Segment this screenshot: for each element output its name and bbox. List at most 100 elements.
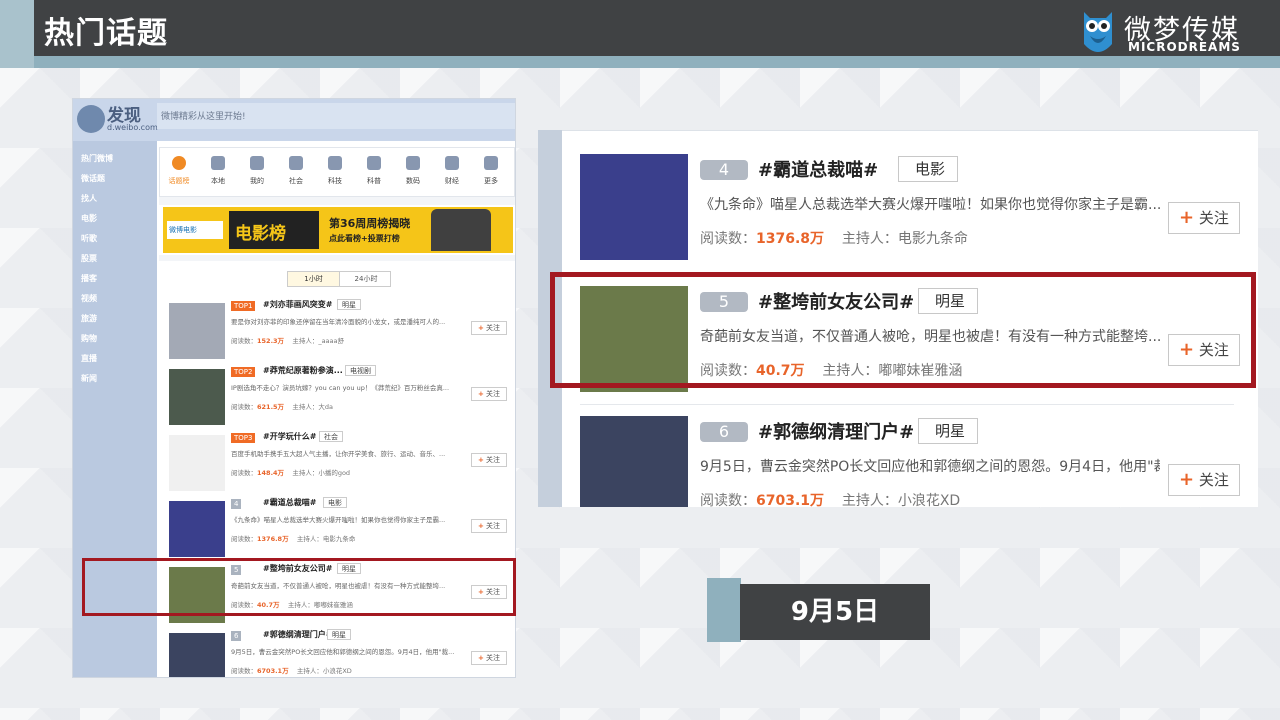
category-society[interactable]: 社会	[277, 154, 315, 186]
owl-icon	[1084, 12, 1112, 52]
read-count: 6703.1万	[756, 493, 825, 507]
topic-thumbnail[interactable]	[169, 303, 225, 359]
topic-meta: 阅读数：148.4万 主持人：小播的god	[231, 469, 351, 477]
follow-button[interactable]: + 关注	[471, 453, 507, 467]
topic-title[interactable]: #开学玩什么#	[263, 431, 316, 442]
left-highlight-box	[82, 558, 516, 616]
follow-button[interactable]: + 关注	[471, 519, 507, 533]
movie-chart-banner[interactable]: 微博电影 电影榜 第36周周榜揭晓 点此看榜+投票打榜	[159, 205, 515, 255]
topic-title[interactable]: #霸道总裁喵#	[263, 497, 316, 508]
sidebar-item[interactable]: 播客	[81, 273, 97, 284]
banner-headline: 第36周周榜揭晓	[329, 217, 411, 230]
host-name: 电影九条命	[897, 231, 968, 247]
sidebar-item[interactable]: 购物	[81, 333, 97, 344]
sidebar-item[interactable]: 新闻	[81, 373, 97, 384]
sidebar-item[interactable]: 听歌	[81, 233, 97, 244]
topic-row[interactable]: 4 #霸道总裁喵# 电影 《九条命》喵星人总裁选举大赛火爆开嗤啦！如果你也觉得你…	[159, 497, 515, 563]
topic-thumbnail[interactable]	[169, 369, 225, 425]
topic-title[interactable]: #莽荒纪原著粉参演...	[263, 365, 343, 376]
topic-meta: 阅读数：152.3万 主持人：_aaaa舒	[231, 337, 345, 345]
follow-button[interactable]: + 关注	[1168, 464, 1240, 496]
topic-title[interactable]: #刘亦菲画风突变#	[263, 299, 332, 310]
topic-row[interactable]: 6 #郭德纲清理门户# 明星 9月5日，曹云金突然PO长文回应他和郭德纲之间的恩…	[562, 406, 1258, 507]
follow-button[interactable]: + 关注	[471, 651, 507, 665]
rank-badge: 4	[231, 499, 242, 509]
category-finance[interactable]: 财经	[433, 154, 471, 186]
sidebar-item[interactable]: 视频	[81, 293, 97, 304]
read-count: 152.3万	[257, 337, 285, 345]
slide-title: 热门话题	[44, 16, 168, 51]
category-tech[interactable]: 科技	[316, 154, 354, 186]
topic-description: 百度手机助手携手五大超人气主播，让你开学美食、旅行、运动、音乐、...	[231, 450, 446, 458]
banner-title: 电影榜	[229, 211, 319, 249]
topic-title[interactable]: #郭德纲清理门户#	[263, 629, 332, 640]
topic-title[interactable]: #郭德纲清理门户#	[758, 418, 914, 444]
topic-row[interactable]: 4 #霸道总裁喵# 电影 《九条命》喵星人总裁选举大赛火爆开嗤啦！如果你也觉得你…	[562, 144, 1258, 268]
weibo-eye-icon	[77, 105, 105, 133]
sidebar-item[interactable]: 电影	[81, 213, 97, 224]
topic-row[interactable]: TOP2 #莽荒纪原著粉参演... 电视剧 IP剧选角不走心？演员坑嫁？you …	[159, 365, 515, 431]
category-tag: 社会	[319, 431, 343, 442]
topic-meta: 阅读数：6703.1万 主持人：小浪花XD	[700, 493, 961, 507]
sidebar-item[interactable]: 微话题	[81, 173, 105, 184]
plus-icon: +	[477, 522, 484, 530]
topic-thumbnail[interactable]	[580, 416, 688, 507]
read-count: 6703.1万	[257, 667, 289, 675]
category-mine[interactable]: 我的	[238, 154, 276, 186]
sidebar-item[interactable]: 热门微博	[81, 153, 113, 164]
topic-title[interactable]: #霸道总裁喵#	[758, 156, 878, 182]
header-accent-block	[0, 0, 34, 68]
host-name: 小播的god	[318, 469, 351, 477]
logo-english: MICRODREAMS	[1128, 40, 1241, 54]
ie-icon	[328, 156, 342, 170]
category-tag: 明星	[918, 418, 979, 444]
category-tag: 电影	[323, 497, 347, 508]
rank-badge: TOP3	[231, 433, 256, 443]
host-name: 电影九条命	[322, 535, 356, 543]
banner-subline: 点此看榜+投票打榜	[329, 234, 400, 243]
brand-logo: 微梦传媒 MICRODREAMS	[1080, 4, 1270, 56]
host-name: 小浪花XD	[322, 667, 352, 675]
topic-description: 《九条命》喵星人总裁选举大赛火爆开嗤啦！如果你也觉得你家主子是霸...	[231, 516, 446, 524]
topic-description: 《九条命》喵星人总裁选举大赛火爆开嗤啦！如果你也觉得你家主子是霸...	[700, 197, 1160, 213]
weibo-topbar: 发现 d.weibo.com 微博精彩从这里开始!	[73, 99, 515, 141]
topic-thumbnail[interactable]	[169, 501, 225, 557]
category-tag: 电视剧	[345, 365, 376, 376]
sidebar-item[interactable]: 旅游	[81, 313, 97, 324]
topic-meta: 阅读数：1376.8万 主持人：电影九条命	[700, 231, 968, 247]
phone-icon	[406, 156, 420, 170]
topic-row[interactable]: TOP3 #开学玩什么# 社会 百度手机助手携手五大超人气主播，让你开学美食、旅…	[159, 431, 515, 497]
weibo-movie-logo: 微博电影	[167, 221, 223, 239]
category-more[interactable]: 更多	[472, 154, 510, 186]
topic-meta: 阅读数：6703.1万 主持人：小浪花XD	[231, 667, 352, 675]
follow-button[interactable]: + 关注	[471, 321, 507, 335]
tab-1-hour[interactable]: 1小时	[288, 272, 340, 286]
plus-icon: +	[477, 390, 484, 398]
chart-icon	[445, 156, 459, 170]
category-local[interactable]: 本地	[199, 154, 237, 186]
user-icon	[250, 156, 264, 170]
rank-badge: 4	[700, 160, 748, 180]
tab-24-hours[interactable]: 24小时	[340, 272, 392, 286]
sidebar-item[interactable]: 股票	[81, 253, 97, 264]
follow-button[interactable]: + 关注	[471, 387, 507, 401]
sidebar-item[interactable]: 直播	[81, 353, 97, 364]
category-science[interactable]: 科普	[355, 154, 393, 186]
topic-row[interactable]: TOP1 #刘亦菲画风突变# 明星 要是你对刘亦菲的印象还停留在当年清冷面貌的小…	[159, 299, 515, 365]
topic-thumbnail[interactable]	[169, 435, 225, 491]
category-hot[interactable]: 话题榜	[160, 154, 198, 186]
plus-icon: +	[1179, 469, 1195, 490]
plus-icon: +	[477, 456, 484, 464]
category-tag: 明星	[327, 629, 351, 640]
topic-thumbnail[interactable]	[580, 154, 688, 260]
globe-icon	[289, 156, 303, 170]
follow-button[interactable]: + 关注	[1168, 202, 1240, 234]
category-tag: 明星	[337, 299, 361, 310]
topic-thumbnail[interactable]	[169, 633, 225, 677]
rank-badge: TOP1	[231, 301, 256, 311]
sidebar-item[interactable]: 找人	[81, 193, 97, 204]
topic-row[interactable]: 6 #郭德纲清理门户# 明星 9月5日，曹云金突然PO长文回应他和郭德纲之间的恩…	[159, 629, 515, 677]
plus-icon: +	[477, 654, 484, 662]
category-digital[interactable]: 数码	[394, 154, 432, 186]
topic-description: 9月5日，曹云金突然PO长文回应他和郭德纲之间的恩怨。9月4日，他用"裁...	[231, 648, 455, 656]
